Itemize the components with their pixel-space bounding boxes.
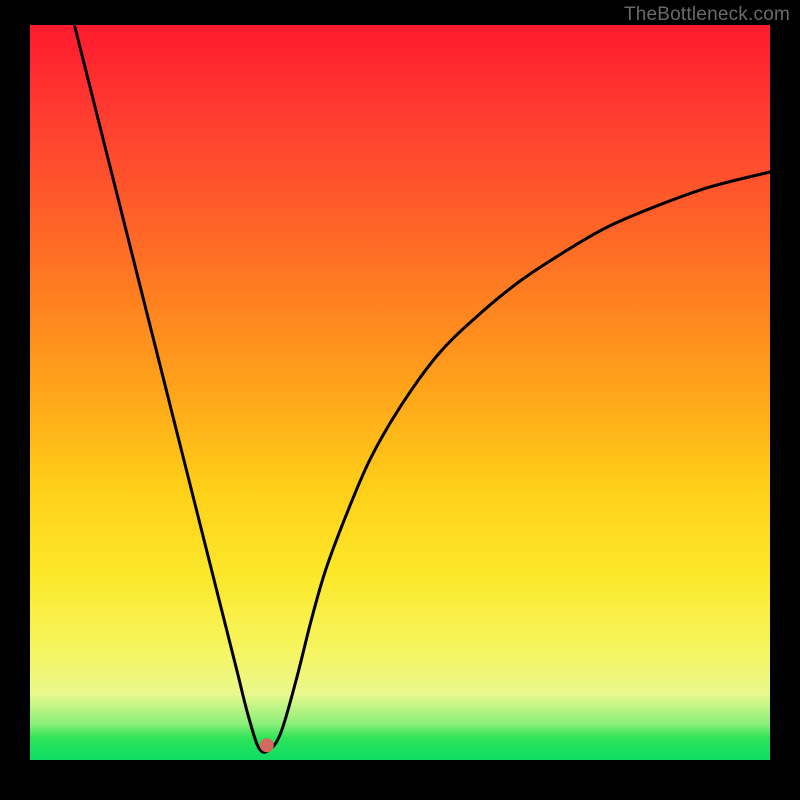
- curve-svg: [30, 25, 770, 760]
- bottleneck-curve: [74, 25, 770, 752]
- chart-frame: TheBottleneck.com: [0, 0, 800, 800]
- watermark-text: TheBottleneck.com: [624, 4, 790, 26]
- plot-area: [30, 25, 770, 760]
- minimum-marker-dot: [260, 738, 274, 752]
